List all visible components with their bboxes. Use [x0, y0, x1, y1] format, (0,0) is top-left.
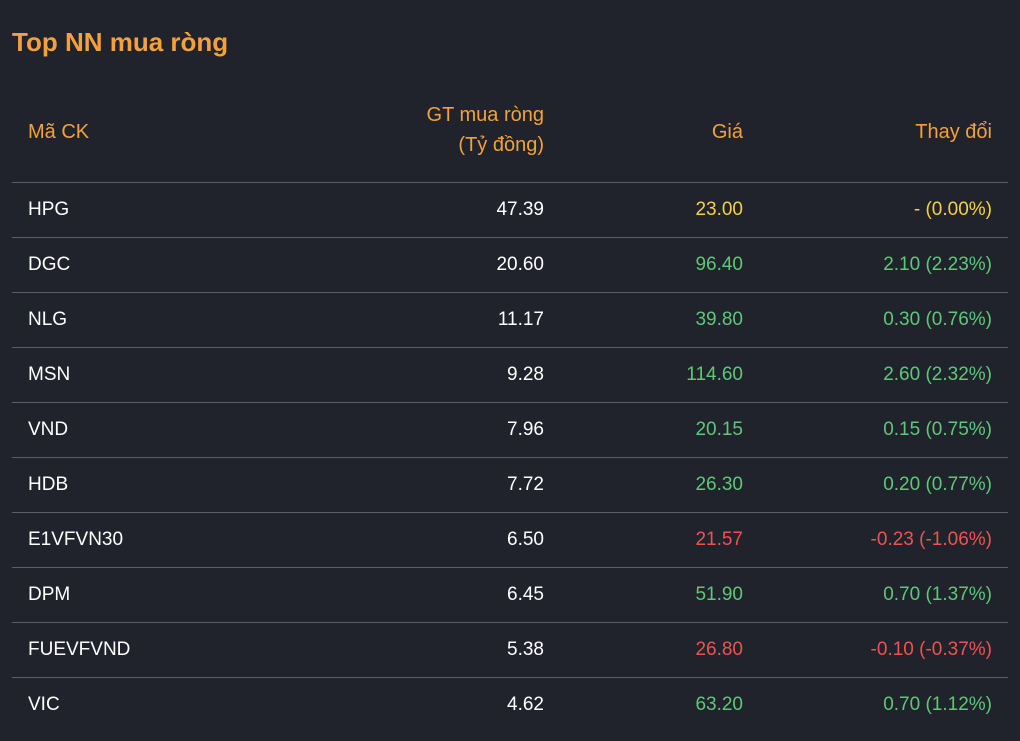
price-change: 0.70 (1.12%) — [883, 694, 992, 715]
table-row[interactable]: HPG 47.39 23.00 - (0.00%) — [12, 183, 1008, 238]
net-buy-value: 20.60 — [496, 254, 544, 275]
stock-code[interactable]: HDB — [28, 458, 68, 512]
price-change: 0.15 (0.75%) — [883, 419, 992, 440]
price-change: 0.70 (1.37%) — [883, 584, 992, 605]
price: 96.40 — [695, 254, 743, 275]
table-row[interactable]: HDB 7.72 26.30 0.20 (0.77%) — [12, 458, 1008, 513]
stock-code[interactable]: HPG — [28, 183, 69, 237]
stock-code[interactable]: NLG — [28, 293, 67, 347]
price-change: 0.30 (0.76%) — [883, 309, 992, 330]
net-buy-value: 6.45 — [507, 584, 544, 605]
table-header: Mã CK GT mua ròng (Tỷ đồng) Giá Thay đổi — [12, 90, 1008, 183]
column-header-net-buy-value-line1: GT mua ròng — [426, 104, 544, 126]
stock-code[interactable]: VND — [28, 403, 68, 457]
price-change: 0.20 (0.77%) — [883, 474, 992, 495]
stock-code[interactable]: MSN — [28, 348, 70, 402]
price-change: 2.10 (2.23%) — [883, 254, 992, 275]
stock-code[interactable]: DPM — [28, 568, 70, 622]
price: 26.80 — [695, 639, 743, 660]
table-row[interactable]: FUEVFVND 5.38 26.80 -0.10 (-0.37%) — [12, 623, 1008, 678]
net-buy-value: 7.96 — [507, 419, 544, 440]
column-header-net-buy-value-line2: (Tỷ đồng) — [458, 134, 544, 156]
net-buy-value: 6.50 — [507, 529, 544, 550]
table-row[interactable]: MSN 9.28 114.60 2.60 (2.32%) — [12, 348, 1008, 403]
net-buy-value: 11.17 — [497, 309, 544, 330]
net-buy-value: 9.28 — [507, 364, 544, 385]
price-change: 2.60 (2.32%) — [883, 364, 992, 385]
column-header-price[interactable]: Giá — [712, 117, 743, 147]
table-body: HPG 47.39 23.00 - (0.00%) DGC 20.60 96.4… — [12, 183, 1008, 732]
table-row[interactable]: DPM 6.45 51.90 0.70 (1.37%) — [12, 568, 1008, 623]
net-buy-table: Mã CK GT mua ròng (Tỷ đồng) Giá Thay đổi… — [12, 90, 1008, 732]
price: 63.20 — [695, 694, 743, 715]
price: 114.60 — [686, 364, 743, 385]
table-row[interactable]: VIC 4.62 63.20 0.70 (1.12%) — [12, 678, 1008, 732]
column-header-change[interactable]: Thay đổi — [915, 117, 992, 147]
price-change: - (0.00%) — [913, 199, 992, 220]
panel-title: Top NN mua ròng — [12, 27, 229, 57]
price: 20.15 — [695, 419, 743, 440]
table-row[interactable]: E1VFVN30 6.50 21.57 -0.23 (-1.06%) — [12, 513, 1008, 568]
price-change: -0.10 (-0.37%) — [870, 639, 992, 660]
net-buy-value: 47.39 — [496, 199, 544, 220]
table-row[interactable]: VND 7.96 20.15 0.15 (0.75%) — [12, 403, 1008, 458]
net-buy-value: 4.62 — [507, 694, 544, 715]
stock-code[interactable]: FUEVFVND — [28, 623, 130, 677]
price: 21.57 — [695, 529, 743, 550]
table-row[interactable]: NLG 11.17 39.80 0.30 (0.76%) — [12, 293, 1008, 348]
table-row[interactable]: DGC 20.60 96.40 2.10 (2.23%) — [12, 238, 1008, 293]
price: 51.90 — [695, 584, 743, 605]
top-foreign-net-buy-panel: Top NN mua ròng Mã CK GT mua ròng (Tỷ đồ… — [0, 0, 1020, 741]
net-buy-value: 7.72 — [507, 474, 544, 495]
price: 23.00 — [695, 199, 743, 220]
price-change: -0.23 (-1.06%) — [870, 529, 992, 550]
column-header-net-buy-value[interactable]: GT mua ròng (Tỷ đồng) — [427, 100, 544, 160]
price: 26.30 — [695, 474, 743, 495]
stock-code[interactable]: VIC — [28, 678, 60, 732]
stock-code[interactable]: E1VFVN30 — [28, 513, 123, 567]
stock-code[interactable]: DGC — [28, 238, 70, 292]
price: 39.80 — [695, 309, 743, 330]
net-buy-value: 5.38 — [507, 639, 544, 660]
column-header-code[interactable]: Mã CK — [28, 117, 89, 147]
